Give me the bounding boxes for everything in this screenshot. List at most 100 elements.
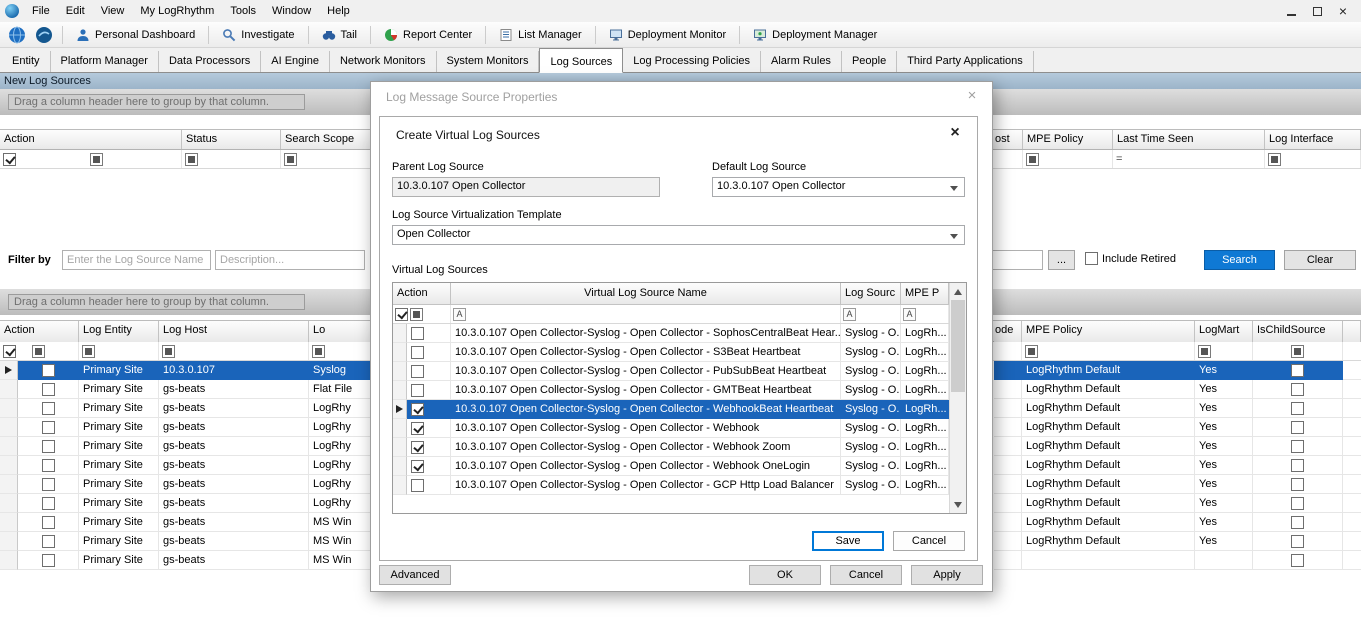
filter-icon[interactable] <box>410 308 423 321</box>
filter-icon[interactable] <box>312 345 325 358</box>
filter-icon[interactable] <box>1025 345 1038 358</box>
menu-item[interactable]: Tools <box>222 1 264 21</box>
auto-filter-icon[interactable]: A <box>903 308 916 321</box>
tab[interactable]: Data Processors <box>159 51 261 72</box>
virtual-log-source-row[interactable]: 10.3.0.107 Open Collector-Syslog - Open … <box>393 362 966 381</box>
scrollbar[interactable] <box>949 283 966 513</box>
window-minimize-icon[interactable] <box>1283 3 1299 19</box>
filter-icon[interactable] <box>82 345 95 358</box>
sphere-icon[interactable] <box>32 24 56 46</box>
description-input[interactable] <box>215 250 365 270</box>
select-all-checkbox[interactable] <box>3 153 16 166</box>
filter-icon[interactable] <box>284 153 297 166</box>
virtual-log-source-row[interactable]: 10.3.0.107 Open Collector-Syslog - Open … <box>393 438 966 457</box>
ok-button[interactable]: OK <box>749 565 821 585</box>
filter-icon[interactable] <box>1198 345 1211 358</box>
ischildsource-checkbox[interactable] <box>1291 554 1304 567</box>
row-checkbox[interactable] <box>42 383 55 396</box>
auto-filter-icon[interactable]: A <box>843 308 856 321</box>
column-header-action[interactable]: Action <box>0 130 182 149</box>
row-checkbox[interactable] <box>411 441 424 454</box>
close-icon[interactable] <box>964 88 980 104</box>
row-checkbox[interactable] <box>42 554 55 567</box>
row-checkbox[interactable] <box>42 440 55 453</box>
tab[interactable]: Network Monitors <box>330 51 437 72</box>
column-header-mpe-policy[interactable]: MPE P <box>901 283 949 304</box>
row-checkbox[interactable] <box>411 384 424 397</box>
log-source-name-input[interactable] <box>62 250 211 270</box>
filter-icon[interactable] <box>1268 153 1281 166</box>
column-header-logmart[interactable]: LogMart <box>1195 321 1253 342</box>
scroll-up-icon[interactable] <box>950 283 966 300</box>
menu-item[interactable]: Edit <box>58 1 93 21</box>
browse-button[interactable]: ... <box>1048 250 1075 270</box>
cancel-button[interactable]: Cancel <box>830 565 902 585</box>
column-header-log-interface[interactable]: Log Interface <box>1265 130 1361 149</box>
row-checkbox[interactable] <box>411 346 424 359</box>
row-checkbox[interactable] <box>42 535 55 548</box>
tab[interactable]: Log Sources <box>539 48 623 73</box>
row-checkbox[interactable] <box>42 421 55 434</box>
row-checkbox[interactable] <box>411 460 424 473</box>
column-header-action[interactable]: Action <box>0 321 79 342</box>
column-header-log-source[interactable]: Log Sourc <box>841 283 901 304</box>
menu-item[interactable]: Window <box>264 1 319 21</box>
tab[interactable]: People <box>842 51 897 72</box>
column-header-last-time-seen[interactable]: Last Time Seen <box>1113 130 1265 149</box>
deployment-monitor-button[interactable]: Deployment Monitor <box>602 24 733 46</box>
ischildsource-checkbox[interactable] <box>1291 459 1304 472</box>
cancel-button[interactable]: Cancel <box>893 531 965 551</box>
select-all-checkbox[interactable] <box>3 345 16 358</box>
tab[interactable]: Alarm Rules <box>761 51 842 72</box>
save-button[interactable]: Save <box>812 531 884 551</box>
column-header-mpe-policy[interactable]: MPE Policy <box>1022 321 1195 342</box>
tab[interactable]: Platform Manager <box>51 51 159 72</box>
auto-filter-icon[interactable]: A <box>453 308 466 321</box>
ischildsource-checkbox[interactable] <box>1291 478 1304 491</box>
row-checkbox[interactable] <box>42 364 55 377</box>
window-maximize-icon[interactable] <box>1309 3 1325 19</box>
virtual-log-source-row[interactable]: 10.3.0.107 Open Collector-Syslog - Open … <box>393 343 966 362</box>
tail-button[interactable]: Tail <box>315 24 365 46</box>
report-center-button[interactable]: Report Center <box>377 24 479 46</box>
default-log-source-select[interactable]: 10.3.0.107 Open Collector <box>712 177 965 197</box>
scroll-down-icon[interactable] <box>950 496 966 513</box>
tab[interactable]: Entity <box>2 51 51 72</box>
virtual-log-source-row[interactable]: 10.3.0.107 Open Collector-Syslog - Open … <box>393 400 966 419</box>
filter-icon[interactable] <box>162 345 175 358</box>
include-retired-checkbox[interactable]: Include Retired <box>1085 252 1176 265</box>
tab[interactable]: Log Processing Policies <box>623 51 761 72</box>
ischildsource-checkbox[interactable] <box>1291 497 1304 510</box>
tab[interactable]: Third Party Applications <box>897 51 1034 72</box>
virtual-log-source-row[interactable]: 10.3.0.107 Open Collector-Syslog - Open … <box>393 381 966 400</box>
virtual-log-source-row[interactable]: 10.3.0.107 Open Collector-Syslog - Open … <box>393 419 966 438</box>
equals-operator[interactable]: = <box>1116 153 1122 165</box>
column-header-action[interactable]: Action <box>393 283 451 304</box>
row-checkbox[interactable] <box>411 422 424 435</box>
filter-icon[interactable] <box>1026 153 1039 166</box>
column-header-host-tail[interactable]: ost <box>994 130 1023 149</box>
search-button[interactable]: Search <box>1204 250 1275 270</box>
list-manager-button[interactable]: List Manager <box>492 24 589 46</box>
advanced-button[interactable]: Advanced <box>379 565 451 585</box>
column-header-ischildsource[interactable]: IsChildSource <box>1253 321 1343 342</box>
deployment-manager-button[interactable]: Deployment Manager <box>746 24 884 46</box>
row-checkbox[interactable] <box>42 402 55 415</box>
column-header-mode-tail[interactable]: ode <box>994 321 1022 342</box>
tab[interactable]: AI Engine <box>261 51 330 72</box>
row-checkbox[interactable] <box>411 365 424 378</box>
virtual-log-source-row[interactable]: 10.3.0.107 Open Collector-Syslog - Open … <box>393 457 966 476</box>
ischildsource-checkbox[interactable] <box>1291 535 1304 548</box>
menu-item[interactable]: File <box>24 1 58 21</box>
filter-icon[interactable] <box>185 153 198 166</box>
menu-item[interactable]: View <box>93 1 133 21</box>
ischildsource-checkbox[interactable] <box>1291 402 1304 415</box>
ischildsource-checkbox[interactable] <box>1291 364 1304 377</box>
ischildsource-checkbox[interactable] <box>1291 440 1304 453</box>
virtual-log-source-row[interactable]: 10.3.0.107 Open Collector-Syslog - Open … <box>393 324 966 343</box>
ischildsource-checkbox[interactable] <box>1291 421 1304 434</box>
filter-icon[interactable] <box>1291 345 1304 358</box>
column-header-log-entity[interactable]: Log Entity <box>79 321 159 342</box>
column-header-virtual-log-source-name[interactable]: Virtual Log Source Name <box>451 283 841 304</box>
row-checkbox[interactable] <box>411 479 424 492</box>
